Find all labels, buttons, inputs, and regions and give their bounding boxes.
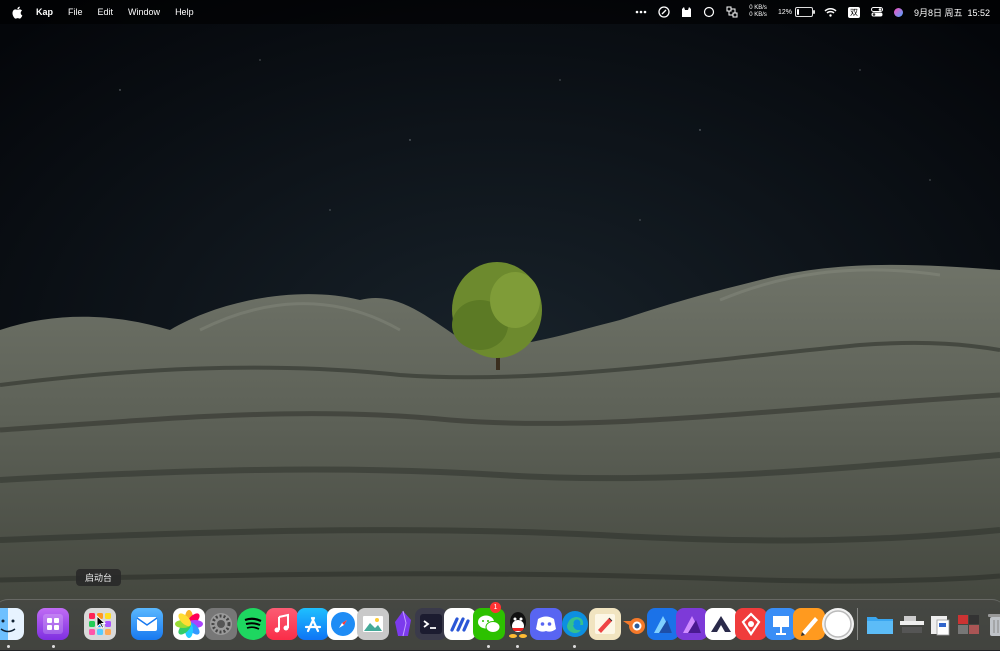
- more-icon[interactable]: [635, 10, 647, 14]
- dock-app-notes[interactable]: [589, 608, 621, 640]
- cat-icon[interactable]: [681, 6, 692, 18]
- dock-app-app-store[interactable]: [297, 608, 329, 640]
- network-speed[interactable]: 0 KB/s 0 KB/s: [749, 5, 767, 19]
- dock-trash-icon[interactable]: [982, 608, 1000, 640]
- dock-app-photos[interactable]: [173, 608, 205, 640]
- dock-app-spotify[interactable]: [237, 608, 269, 640]
- menu-help[interactable]: Help: [175, 7, 194, 17]
- running-indicator: [52, 645, 55, 648]
- dock-downloads-icon[interactable]: [953, 608, 985, 640]
- running-indicator: [573, 645, 576, 648]
- running-indicator: [487, 645, 490, 648]
- running-indicator: [7, 645, 10, 648]
- dock-app-notion-calendar[interactable]: [37, 608, 69, 640]
- shortcut-icon[interactable]: [726, 6, 738, 18]
- wechat-notification-badge: 1: [490, 602, 501, 613]
- dock-app-discord[interactable]: [530, 608, 562, 640]
- siri-icon[interactable]: [893, 7, 903, 17]
- dock-app-mail[interactable]: [131, 608, 163, 640]
- dock-app-microsoft-edge[interactable]: [559, 608, 591, 640]
- mouse-cursor-icon: [96, 615, 106, 629]
- input-method-icon[interactable]: 双: [847, 6, 860, 18]
- datetime[interactable]: 9月8日 周五 15:52: [914, 6, 990, 19]
- control-center-icon[interactable]: [870, 7, 883, 17]
- dock-app-clock[interactable]: [822, 608, 854, 640]
- dock-app-system-settings[interactable]: [205, 608, 237, 640]
- clipboard-icon[interactable]: [658, 6, 670, 18]
- menu-file[interactable]: File: [68, 7, 83, 17]
- battery-fill: [796, 9, 799, 15]
- dock-app-teambition[interactable]: [735, 608, 767, 640]
- dock-separator: [857, 608, 858, 640]
- dock-app-terminal[interactable]: [415, 608, 447, 640]
- dock-app-pages[interactable]: [793, 608, 825, 640]
- dock-app-finder[interactable]: [0, 608, 24, 640]
- dock-shelf-icon[interactable]: [896, 608, 928, 640]
- dock-app-vectornator[interactable]: [705, 608, 737, 640]
- dock-folder-icon[interactable]: [864, 608, 896, 640]
- menu-edit[interactable]: Edit: [98, 7, 114, 17]
- dock-app-music[interactable]: [266, 608, 298, 640]
- circle-icon[interactable]: [703, 6, 715, 18]
- battery-status[interactable]: 12%: [777, 7, 815, 17]
- menu-bar: Kap File Edit Window Help 0 KB/s 0 KB/s …: [0, 0, 1000, 24]
- battery-icon: [794, 7, 815, 17]
- dock-tooltip: 启动台: [76, 569, 122, 586]
- desktop-wallpaper: [0, 0, 1000, 650]
- dock-app-affinity-photo[interactable]: [676, 608, 708, 640]
- dock-app-affinity-designer[interactable]: [647, 608, 679, 640]
- dock-app-safari[interactable]: [327, 608, 359, 640]
- apple-icon[interactable]: [12, 5, 24, 19]
- wifi-icon[interactable]: [824, 7, 837, 17]
- net-up: 0 KB/s: [749, 5, 767, 11]
- net-down: 0 KB/s: [749, 12, 767, 18]
- menu-app-name[interactable]: Kap: [36, 7, 53, 17]
- dock-app-preview[interactable]: [357, 608, 389, 640]
- battery-percent: 12%: [777, 8, 792, 16]
- dock-app-monday[interactable]: [444, 608, 476, 640]
- running-indicator: [516, 645, 519, 648]
- menu-window[interactable]: Window: [128, 7, 160, 17]
- dock-app-wechat[interactable]: [473, 608, 505, 640]
